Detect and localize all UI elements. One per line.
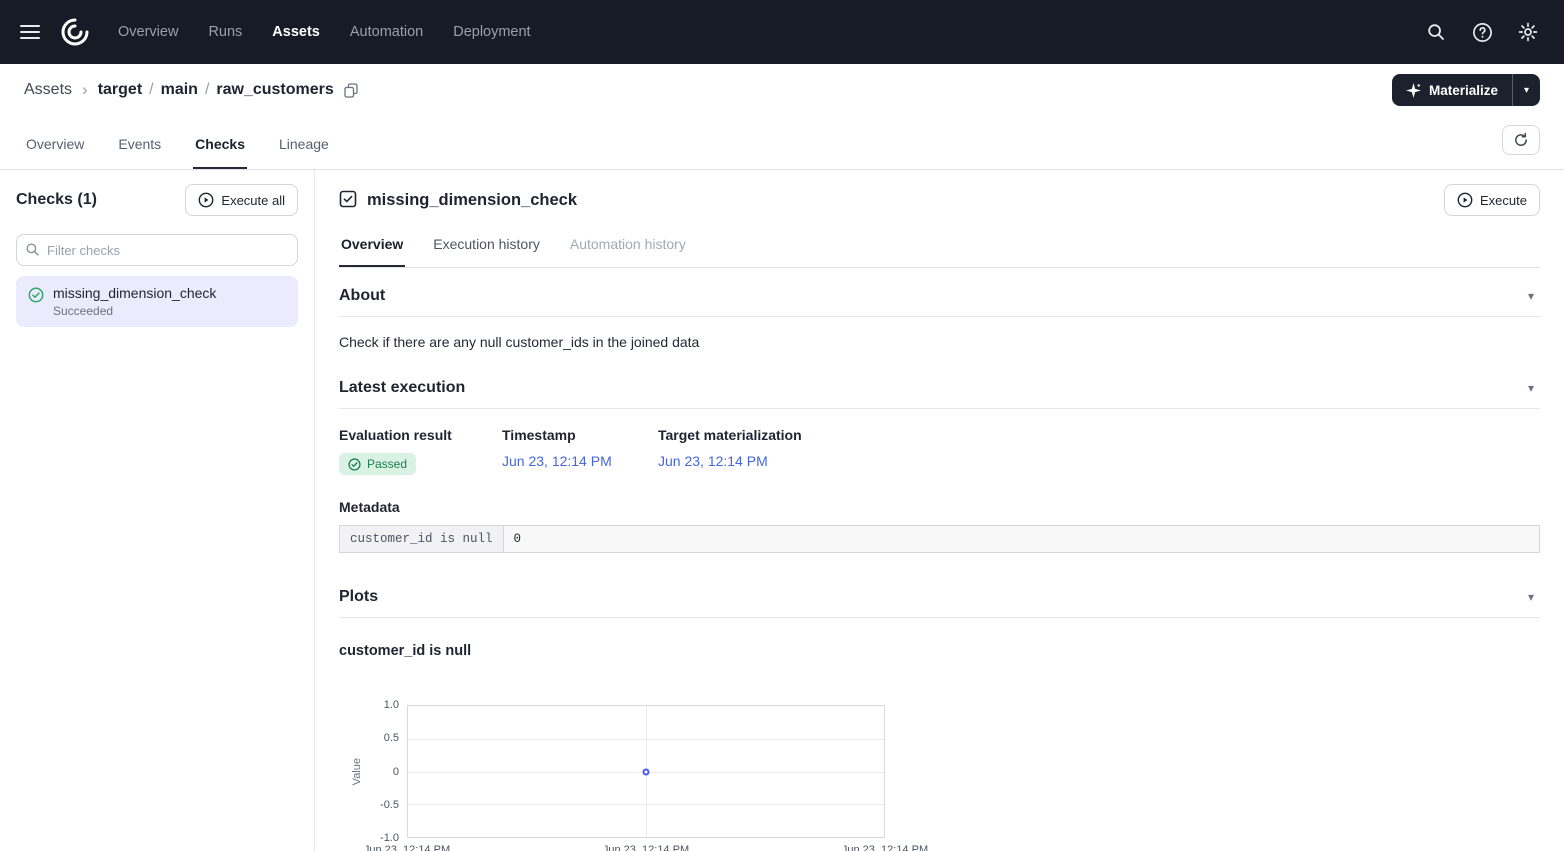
play-circle-icon [1457,192,1473,208]
path-separator: / [149,81,153,99]
search-icon [25,242,40,260]
latest-execution-heading: Latest execution [339,379,465,397]
check-detail-tabs: Overview Execution history Automation hi… [339,236,1540,268]
asset-key-path: target / main / raw_customers [98,81,334,99]
tab-check-overview[interactable]: Overview [339,236,405,267]
copy-icon[interactable] [344,83,358,98]
metadata-row: customer_id is null 0 [340,526,1540,553]
passed-badge: Passed [339,453,416,475]
materialize-button[interactable]: Materialize [1392,74,1512,106]
plots-heading: Plots [339,588,378,606]
target-materialization-link[interactable]: Jun 23, 12:14 PM [658,453,768,469]
nav-item-assets[interactable]: Assets [272,24,320,40]
about-description: Check if there are any null customer_ids… [339,334,1540,350]
breadcrumb-assets-link[interactable]: Assets [24,81,72,99]
target-materialization-header: Target materialization [658,427,802,443]
hamburger-menu-icon[interactable] [20,25,40,39]
check-success-icon [348,458,361,471]
asset-key-segment[interactable]: target [98,81,142,99]
checks-page-content: Checks (1) Execute all [0,170,1564,851]
checks-count-title: Checks (1) [16,191,97,209]
y-axis-ticks: 1.0 0.5 0 -0.5 -1.0 [365,705,407,838]
timestamp-link[interactable]: Jun 23, 12:14 PM [502,453,612,469]
checks-sidebar: Checks (1) Execute all [0,170,315,851]
primary-nav: Overview Runs Assets Automation Deployme… [118,24,531,40]
sparkle-icon [1406,83,1421,98]
check-list-item[interactable]: missing_dimension_check Succeeded [16,276,298,327]
about-section-header: About ▾ [339,268,1540,317]
check-list: missing_dimension_check Succeeded [16,276,298,327]
asset-check-icon [339,190,357,211]
refresh-button[interactable] [1502,125,1540,155]
check-name: missing_dimension_check [53,285,216,301]
metadata-key-cell: customer_id is null [340,526,504,553]
check-detail-panel: missing_dimension_check Execute Overview… [315,170,1564,851]
check-success-icon [28,287,44,318]
materialize-dropdown-button[interactable]: ▾ [1512,74,1540,106]
tab-events[interactable]: Events [116,136,163,169]
tab-overview[interactable]: Overview [24,136,86,169]
plot-title: customer_id is null [339,643,1540,659]
check-status: Succeeded [53,304,216,318]
collapse-caret-icon[interactable]: ▾ [1524,379,1538,397]
about-heading: About [339,287,385,305]
data-point [643,768,650,775]
asset-key-segment[interactable]: main [161,81,198,99]
evaluation-result-header: Evaluation result [339,427,502,443]
refresh-icon [1513,132,1529,148]
metadata-heading: Metadata [339,499,1540,515]
nav-item-overview[interactable]: Overview [118,24,178,40]
top-navigation-bar: Overview Runs Assets Automation Deployme… [0,0,1564,64]
nav-item-runs[interactable]: Runs [208,24,242,40]
asset-key-segment[interactable]: raw_customers [216,81,333,99]
tab-lineage[interactable]: Lineage [277,136,331,169]
check-detail-title: missing_dimension_check [367,191,577,210]
plot-area [407,705,885,838]
path-separator: / [205,81,209,99]
execute-button[interactable]: Execute [1444,184,1540,216]
filter-checks-input[interactable] [16,234,298,266]
tab-execution-history[interactable]: Execution history [431,236,542,267]
latest-execution-summary: Evaluation result Passed Timestamp Jun 2… [339,427,1540,475]
x-axis-ticks: Jun 23, 12:14 PM Jun 23, 12:14 PM Jun 23… [407,838,885,851]
plots-section-header: Plots ▾ [339,569,1540,618]
asset-actions: Materialize ▾ [1392,74,1540,106]
y-axis-label: Value [351,758,363,785]
collapse-caret-icon[interactable]: ▾ [1524,588,1538,606]
breadcrumb-chevron-icon: › [82,80,88,100]
asset-tabs: Overview Events Checks Lineage [0,116,1564,170]
play-circle-icon [198,192,214,208]
dagster-logo[interactable] [58,15,92,49]
nav-item-automation[interactable]: Automation [350,24,423,40]
metadata-table: customer_id is null 0 [339,525,1540,553]
latest-execution-section-header: Latest execution ▾ [339,360,1540,409]
help-icon[interactable] [1470,20,1494,44]
timestamp-header: Timestamp [502,427,658,443]
settings-gear-icon[interactable] [1516,20,1540,44]
breadcrumb: Assets › target / main / raw_customers M… [0,64,1564,116]
execute-all-button[interactable]: Execute all [185,184,298,216]
search-icon[interactable] [1424,20,1448,44]
value-plot: Value 1.0 0.5 0 -0.5 -1.0 [351,705,1540,851]
metadata-value-cell: 0 [503,526,1539,553]
collapse-caret-icon[interactable]: ▾ [1524,287,1538,305]
tab-checks[interactable]: Checks [193,136,247,169]
topnav-actions [1424,20,1540,44]
nav-item-deployment[interactable]: Deployment [453,24,530,40]
tab-automation-history[interactable]: Automation history [568,236,688,267]
